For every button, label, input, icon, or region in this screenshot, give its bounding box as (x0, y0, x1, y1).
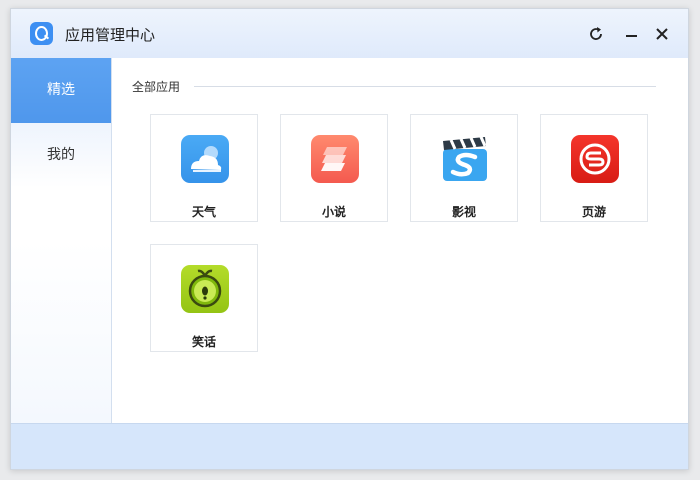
minimize-icon (626, 35, 637, 37)
novel-books-icon (311, 135, 359, 183)
app-logo-icon (30, 22, 53, 45)
window-title: 应用管理中心 (65, 26, 156, 44)
refresh-icon (590, 27, 602, 40)
app-label: 页游 (581, 205, 606, 219)
app-label: 天气 (191, 205, 216, 219)
sidebar: 精选 我的 (11, 58, 112, 424)
close-icon (656, 28, 668, 40)
section-title: 全部应用 (132, 80, 181, 94)
app-label: 小说 (321, 205, 346, 219)
sidebar-item-featured[interactable]: 精选 (11, 58, 111, 123)
app-card-joke[interactable]: 笑话 (150, 244, 258, 352)
app-card-webgame[interactable]: 页游 (540, 114, 648, 222)
bottom-bar (11, 423, 688, 469)
section-divider (194, 86, 656, 87)
app-label: 影视 (451, 205, 476, 219)
title-bar: 应用管理中心 (11, 9, 688, 59)
app-card-novel[interactable]: 小说 (280, 114, 388, 222)
joke-melon-icon (181, 265, 229, 313)
close-button[interactable] (651, 23, 673, 45)
sidebar-item-mine[interactable]: 我的 (11, 123, 111, 188)
webgame-s-icon (571, 135, 619, 183)
app-window: 应用管理中心 精选 我的 全部应用 天气 小说 影视 页游 笑话 (10, 8, 689, 470)
app-label: 笑话 (191, 335, 216, 349)
app-card-weather[interactable]: 天气 (150, 114, 258, 222)
content-area: 全部应用 天气 小说 影视 页游 笑话 (112, 58, 688, 424)
weather-cloud-icon (181, 135, 229, 183)
minimize-button[interactable] (620, 23, 642, 45)
video-clapper-icon (441, 135, 489, 183)
refresh-button[interactable] (585, 23, 607, 45)
app-card-video[interactable]: 影视 (410, 114, 518, 222)
